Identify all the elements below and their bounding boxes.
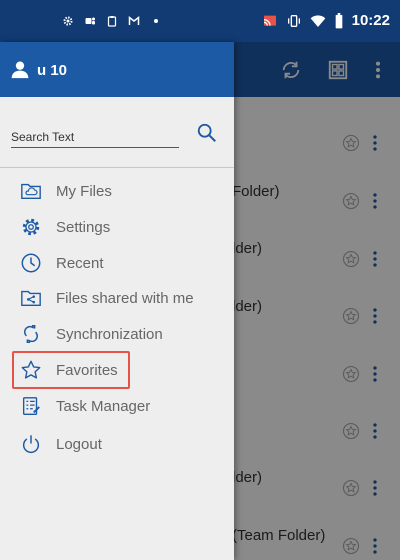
menu-item-synchronization[interactable]: Synchronization [0, 317, 234, 351]
search-area [0, 97, 234, 167]
menu-item-logout[interactable]: Logout [0, 427, 234, 461]
menu-item-label: Recent [56, 254, 104, 272]
folder-cloud-icon [21, 183, 41, 200]
menu-item-label: My Files [56, 182, 112, 200]
menu-item-label: Files shared with me [56, 289, 194, 307]
navigation-drawer: u 10 My Files Settings Recent Files shar… [0, 42, 234, 560]
divider [0, 167, 234, 168]
menu-item-label: Settings [56, 218, 111, 236]
status-left-icons [62, 15, 162, 27]
favorites-highlight-box [12, 351, 130, 389]
user-name: u 10 [37, 62, 68, 79]
clock-icon [21, 253, 41, 273]
status-bar: 10:22 [0, 0, 400, 42]
teams-icon [85, 17, 95, 25]
task-list-icon [22, 397, 40, 415]
shared-folder-icon [21, 290, 41, 307]
menu-item-settings[interactable]: Settings [0, 210, 234, 244]
menu-item-recent[interactable]: Recent [0, 246, 234, 280]
menu-item-label: Synchronization [56, 325, 163, 343]
gear-icon [63, 16, 73, 26]
menu-item-my-files[interactable]: My Files [0, 174, 234, 208]
cast-icon [263, 15, 276, 26]
search-input[interactable] [11, 126, 179, 148]
drawer-header: u 10 [0, 42, 234, 97]
battery-icon [335, 12, 342, 28]
dot-icon [154, 19, 158, 23]
power-icon [22, 435, 40, 454]
menu-item-label: Logout [56, 435, 102, 453]
menu-item-files-shared[interactable]: Files shared with me [0, 281, 234, 315]
menu-item-task-manager[interactable]: Task Manager [0, 389, 234, 423]
gmail-icon [128, 15, 140, 25]
clipboard-icon [107, 16, 117, 27]
vibrate-icon [287, 14, 300, 27]
menu-item-label: Task Manager [56, 397, 151, 415]
status-right-icons: 10:22 [262, 12, 390, 29]
sync-icon [24, 325, 38, 343]
wifi-icon [310, 14, 325, 27]
gear-icon [22, 218, 40, 236]
status-time: 10:22 [351, 12, 390, 29]
user-icon [11, 61, 29, 79]
search-icon[interactable] [196, 122, 218, 144]
